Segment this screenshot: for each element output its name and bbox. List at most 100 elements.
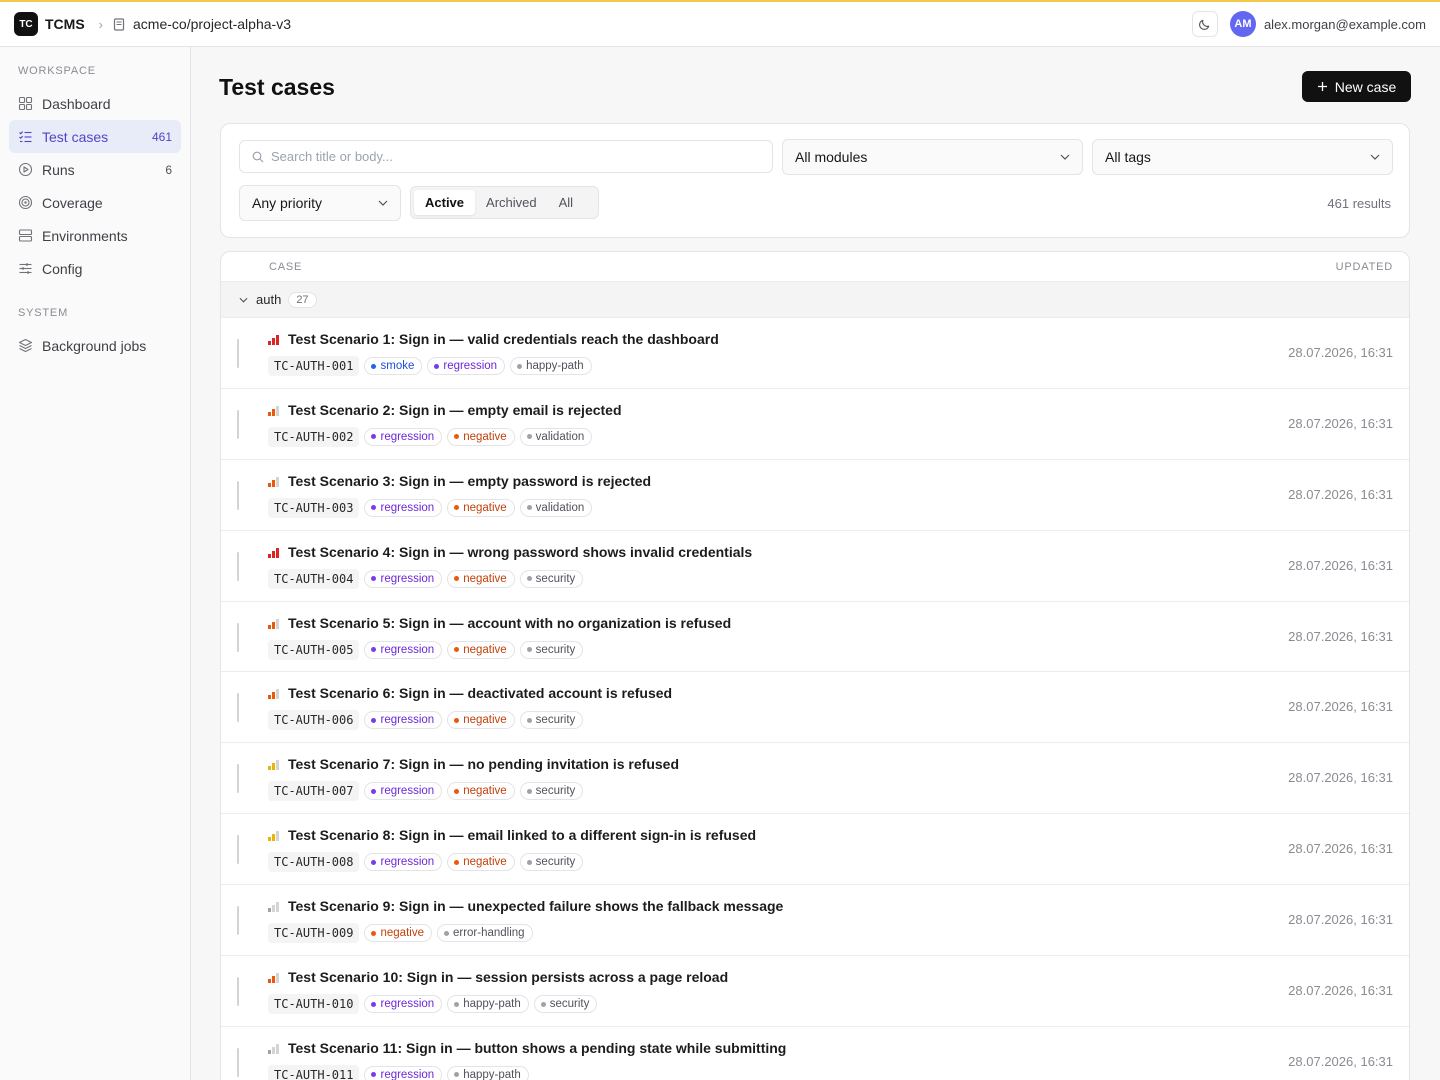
new-case-button[interactable]: New case <box>1302 71 1411 102</box>
tag-label: regression <box>380 998 435 1011</box>
tag-badge[interactable]: security <box>519 640 584 659</box>
sidebar-item-coverage[interactable]: Coverage <box>9 186 181 219</box>
table-row[interactable]: Test Scenario 2: Sign in — empty email i… <box>221 389 1409 460</box>
search-box[interactable] <box>239 140 773 173</box>
drag-handle[interactable] <box>237 1047 239 1077</box>
tag-badge[interactable]: regression <box>364 711 443 730</box>
tags-select[interactable]: All tags <box>1092 139 1393 175</box>
case-title[interactable]: Test Scenario 3: Sign in — empty passwor… <box>288 473 651 489</box>
system-section-label: SYSTEM <box>18 307 69 319</box>
drag-handle[interactable] <box>237 906 239 936</box>
tag-badge[interactable]: happy-path <box>447 995 529 1014</box>
tag-badge[interactable]: negative <box>447 853 515 872</box>
tag-badge[interactable]: regression <box>364 995 443 1014</box>
case-title[interactable]: Test Scenario 5: Sign in — account with … <box>288 615 731 631</box>
project-breadcrumb[interactable]: acme-co/project-alpha-v3 <box>133 16 291 32</box>
theme-toggle-button[interactable] <box>1191 11 1218 37</box>
sidebar-item-dashboard[interactable]: Dashboard <box>9 87 181 120</box>
app-logo[interactable]: TC <box>14 12 38 36</box>
tag-badge[interactable]: negative <box>447 782 515 801</box>
drag-handle[interactable] <box>237 551 239 581</box>
tag-badge[interactable]: negative <box>447 427 515 446</box>
tag-badge[interactable]: regression <box>427 357 506 375</box>
sidebar-item-runs[interactable]: Runs 6 <box>9 153 181 186</box>
drag-handle[interactable] <box>237 409 239 439</box>
user-email[interactable]: alex.morgan@example.com <box>1264 17 1426 32</box>
tag-badge[interactable]: negative <box>364 924 432 943</box>
table-header: CASE UPDATED <box>221 252 1409 282</box>
chevron-down-icon <box>1060 154 1070 160</box>
case-title[interactable]: Test Scenario 4: Sign in — wrong passwor… <box>288 544 752 560</box>
tag-badge[interactable]: security <box>519 782 584 801</box>
table-row[interactable]: Test Scenario 7: Sign in — no pending in… <box>221 743 1409 815</box>
sidebar-item-environments[interactable]: Environments <box>9 219 181 252</box>
tag-badge[interactable]: regression <box>364 427 443 446</box>
drag-handle[interactable] <box>237 622 239 652</box>
column-header-updated[interactable]: UPDATED <box>1336 261 1393 273</box>
avatar[interactable]: AM <box>1229 11 1256 37</box>
tag-badge[interactable]: happy-path <box>510 357 592 375</box>
tab-all[interactable]: All <box>548 190 584 215</box>
tag-badge[interactable]: validation <box>519 427 593 446</box>
modules-select[interactable]: All modules <box>782 139 1083 175</box>
table-row[interactable]: Test Scenario 8: Sign in — email linked … <box>221 814 1409 886</box>
case-title[interactable]: Test Scenario 1: Sign in — valid credent… <box>288 331 719 347</box>
table-row[interactable]: Test Scenario 9: Sign in — unexpected fa… <box>221 885 1409 957</box>
group-name: auth <box>256 292 282 307</box>
sidebar-item-background-jobs[interactable]: Background jobs <box>9 329 181 362</box>
drag-handle[interactable] <box>237 977 239 1007</box>
tag-badge[interactable]: security <box>519 569 584 588</box>
tag-badge[interactable]: smoke <box>364 357 423 375</box>
tag-badge[interactable]: happy-path <box>447 1065 529 1080</box>
priority-select[interactable]: Any priority <box>239 185 401 221</box>
tag-badge[interactable]: security <box>519 711 584 730</box>
tag-badge[interactable]: security <box>519 853 584 872</box>
tag-dot <box>371 1001 377 1007</box>
case-title[interactable]: Test Scenario 8: Sign in — email linked … <box>288 827 756 843</box>
tag-badge[interactable]: regression <box>364 782 443 801</box>
case-meta: TC-AUTH-001 smoke regression happy-path <box>268 356 592 376</box>
drag-handle[interactable] <box>237 339 239 368</box>
priority-icon <box>268 831 280 842</box>
table-row[interactable]: Test Scenario 11: Sign in — button shows… <box>221 1027 1409 1080</box>
group-header-auth[interactable]: auth 27 <box>221 282 1409 318</box>
case-title[interactable]: Test Scenario 10: Sign in — session pers… <box>288 969 728 985</box>
tag-badge[interactable]: negative <box>447 498 515 517</box>
case-title[interactable]: Test Scenario 9: Sign in — unexpected fa… <box>288 898 783 914</box>
table-row[interactable]: Test Scenario 4: Sign in — wrong passwor… <box>221 531 1409 602</box>
drag-handle[interactable] <box>237 764 239 794</box>
tag-badge[interactable]: regression <box>364 498 443 517</box>
tag-badge[interactable]: regression <box>364 569 443 588</box>
tag-badge[interactable]: error-handling <box>436 924 533 943</box>
tag-badge[interactable]: negative <box>447 569 515 588</box>
tag-badge[interactable]: validation <box>519 498 593 517</box>
brand-name[interactable]: TCMS <box>45 16 85 32</box>
drag-handle[interactable] <box>237 480 239 510</box>
case-title[interactable]: Test Scenario 2: Sign in — empty email i… <box>288 402 622 418</box>
top-bar: TC TCMS › acme-co/project-alpha-v3 AM al… <box>0 2 1440 47</box>
drag-handle[interactable] <box>237 693 239 723</box>
tag-badge[interactable]: regression <box>364 640 443 659</box>
tag-badge[interactable]: negative <box>447 711 515 730</box>
tab-active[interactable]: Active <box>414 190 476 215</box>
table-row[interactable]: Test Scenario 10: Sign in — session pers… <box>221 956 1409 1027</box>
table-row[interactable]: Test Scenario 3: Sign in — empty passwor… <box>221 460 1409 531</box>
table-row[interactable]: Test Scenario 6: Sign in — deactivated a… <box>221 672 1409 744</box>
status-segmented-control: Active Archived All <box>410 186 599 219</box>
drag-handle[interactable] <box>237 835 239 865</box>
sidebar-item-test-cases[interactable]: Test cases 461 <box>9 120 181 153</box>
tag-badge[interactable]: security <box>533 995 598 1014</box>
sidebar-item-config[interactable]: Config <box>9 252 181 285</box>
tab-archived[interactable]: Archived <box>475 190 548 215</box>
updated-timestamp: 28.07.2026, 16:31 <box>1288 770 1393 786</box>
table-row[interactable]: Test Scenario 1: Sign in — valid credent… <box>221 318 1409 389</box>
tag-badge[interactable]: regression <box>364 1065 443 1080</box>
tag-badge[interactable]: regression <box>364 853 443 872</box>
case-title[interactable]: Test Scenario 7: Sign in — no pending in… <box>288 756 679 772</box>
search-input[interactable] <box>271 149 751 164</box>
case-title[interactable]: Test Scenario 6: Sign in — deactivated a… <box>288 685 672 701</box>
case-title[interactable]: Test Scenario 11: Sign in — button shows… <box>288 1040 786 1056</box>
tag-badge[interactable]: negative <box>447 640 515 659</box>
table-row[interactable]: Test Scenario 5: Sign in — account with … <box>221 602 1409 673</box>
chevron-down-icon[interactable] <box>239 297 248 303</box>
